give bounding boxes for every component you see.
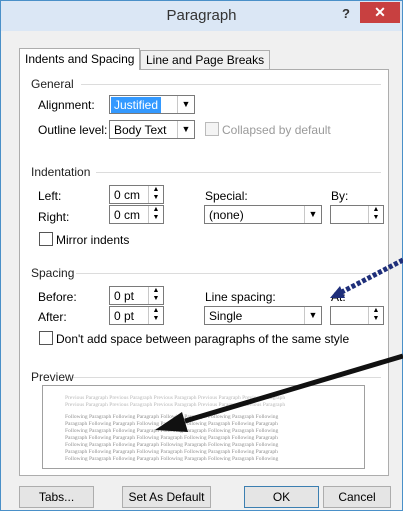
right-indent-label: Right: bbox=[38, 210, 70, 224]
set-as-default-label: Set As Default bbox=[128, 490, 205, 504]
close-button[interactable]: ✕ bbox=[360, 2, 400, 23]
alignment-value: Justified bbox=[111, 97, 162, 113]
at-stepper[interactable]: ▲ ▼ bbox=[330, 306, 384, 325]
by-stepper[interactable]: ▲ ▼ bbox=[330, 205, 384, 224]
spacing-before-stepper[interactable]: 0 pt ▲ ▼ bbox=[109, 286, 164, 305]
collapsed-checkbox[interactable] bbox=[205, 122, 219, 136]
general-heading: General bbox=[31, 77, 74, 91]
indentation-heading: Indentation bbox=[31, 165, 91, 179]
line-spacing-label: Line spacing: bbox=[205, 290, 276, 304]
line-spacing-select[interactable]: Single ▼ bbox=[204, 306, 322, 325]
spin-arrows-icon[interactable]: ▲ ▼ bbox=[148, 307, 163, 324]
tab-indents-and-spacing[interactable]: Indents and Spacing bbox=[19, 48, 141, 70]
preview-body-line: Following Paragraph Following Paragraph … bbox=[65, 414, 279, 420]
divider bbox=[81, 84, 381, 85]
special-label: Special: bbox=[205, 189, 248, 203]
preview-heading: Preview bbox=[31, 370, 74, 384]
at-label: At: bbox=[331, 290, 346, 304]
after-label: After: bbox=[38, 310, 67, 324]
help-button[interactable]: ? bbox=[336, 4, 356, 24]
chevron-down-icon: ▼ bbox=[177, 96, 194, 113]
dont-add-space-checkbox[interactable] bbox=[39, 331, 53, 345]
spacing-heading: Spacing bbox=[31, 266, 75, 280]
alignment-select[interactable]: Justified ▼ bbox=[109, 95, 195, 114]
paragraph-dialog: Paragraph ? ✕ Indents and Spacing Line a… bbox=[0, 0, 403, 511]
spacing-after-value: 0 pt bbox=[114, 309, 135, 323]
cancel-button-label: Cancel bbox=[338, 490, 376, 504]
preview-body-line: Following Paragraph Following Paragraph … bbox=[65, 442, 279, 448]
divider bbox=[73, 377, 381, 378]
spacing-after-stepper[interactable]: 0 pt ▲ ▼ bbox=[109, 306, 164, 325]
preview-body-line: Following Paragraph Following Paragraph … bbox=[65, 428, 279, 434]
mirror-indents-checkbox[interactable] bbox=[39, 232, 53, 246]
right-indent-stepper[interactable]: 0 cm ▲ ▼ bbox=[109, 205, 164, 224]
set-as-default-button[interactable]: Set As Default bbox=[122, 486, 211, 508]
spacing-before-value: 0 pt bbox=[114, 289, 135, 303]
special-select[interactable]: (none) ▼ bbox=[204, 205, 322, 224]
spin-arrows-icon[interactable]: ▲ ▼ bbox=[148, 186, 163, 203]
preview-body-line: Paragraph Following Paragraph Following … bbox=[65, 435, 278, 441]
ok-button[interactable]: OK bbox=[244, 486, 319, 508]
tabs-button[interactable]: Tabs... bbox=[19, 486, 94, 508]
collapsed-label: Collapsed by default bbox=[222, 123, 331, 137]
dont-add-space-label: Don't add space between paragraphs of th… bbox=[56, 332, 350, 346]
alignment-label: Alignment: bbox=[38, 98, 95, 112]
line-spacing-value: Single bbox=[209, 309, 243, 323]
left-indent-label: Left: bbox=[38, 189, 62, 203]
preview-body-line: Following Paragraph Following Paragraph … bbox=[65, 456, 279, 462]
outline-level-select[interactable]: Body Text ▼ bbox=[109, 120, 195, 139]
spin-arrows-icon[interactable]: ▲ ▼ bbox=[148, 206, 163, 223]
preview-pane: Previous Paragraph Previous Paragraph Pr… bbox=[42, 385, 365, 469]
title-bar: Paragraph ? ✕ bbox=[1, 1, 402, 31]
spin-arrows-icon[interactable]: ▲ ▼ bbox=[148, 287, 163, 304]
before-label: Before: bbox=[38, 290, 77, 304]
mirror-indents-label: Mirror indents bbox=[56, 233, 130, 247]
divider bbox=[96, 172, 381, 173]
tabs-button-label: Tabs... bbox=[38, 490, 75, 504]
preview-body-line: Paragraph Following Paragraph Following … bbox=[65, 421, 278, 427]
chevron-down-icon: ▼ bbox=[304, 206, 321, 223]
preview-previous-line: Previous Paragraph Previous Paragraph Pr… bbox=[65, 395, 286, 401]
spin-arrows-icon[interactable]: ▲ ▼ bbox=[368, 307, 383, 324]
chevron-down-icon: ▼ bbox=[177, 121, 194, 138]
chevron-down-icon: ▼ bbox=[304, 307, 321, 324]
left-indent-value: 0 cm bbox=[114, 188, 141, 202]
tab-label: Indents and Spacing bbox=[25, 52, 135, 66]
divider bbox=[76, 273, 381, 274]
spin-arrows-icon[interactable]: ▲ ▼ bbox=[368, 206, 383, 223]
preview-body-line: Paragraph Following Paragraph Following … bbox=[65, 449, 278, 455]
right-indent-value: 0 cm bbox=[114, 208, 141, 222]
outline-level-value: Body Text bbox=[114, 123, 167, 137]
tab-label: Line and Page Breaks bbox=[146, 53, 265, 67]
by-label: By: bbox=[331, 189, 349, 203]
left-indent-stepper[interactable]: 0 cm ▲ ▼ bbox=[109, 185, 164, 204]
ok-button-label: OK bbox=[272, 490, 291, 504]
outline-level-label: Outline level: bbox=[38, 123, 108, 137]
cancel-button[interactable]: Cancel bbox=[323, 486, 391, 508]
special-value: (none) bbox=[209, 208, 244, 222]
tab-line-and-page-breaks[interactable]: Line and Page Breaks bbox=[140, 50, 271, 70]
preview-previous-line: Previous Paragraph Previous Paragraph Pr… bbox=[65, 402, 286, 408]
